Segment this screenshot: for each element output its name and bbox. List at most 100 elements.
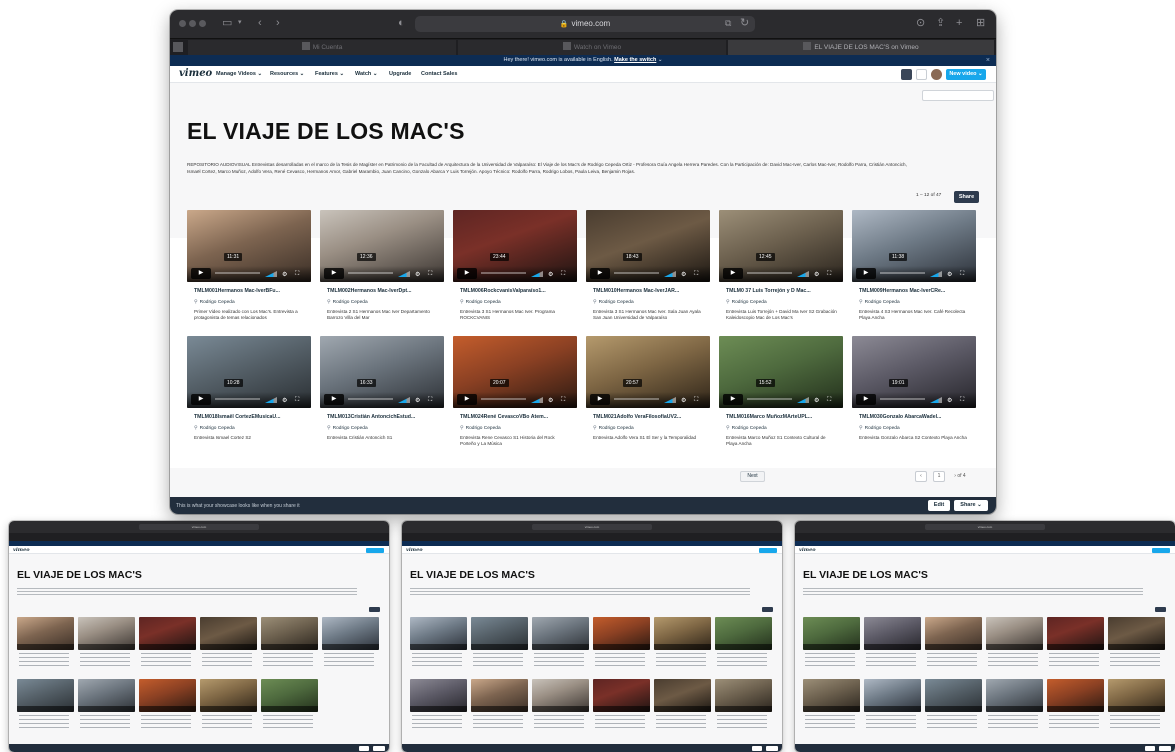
new-video-button[interactable]: New video ⌄ bbox=[946, 69, 986, 80]
progress-bar[interactable] bbox=[481, 398, 526, 400]
edit-button[interactable]: Edit bbox=[928, 500, 950, 511]
video-owner[interactable]: ⚲ Rodrigo Cepeda bbox=[593, 299, 634, 305]
share-icon[interactable]: ⇪ bbox=[936, 16, 945, 30]
video-title[interactable]: TMLM0 37 Luis Torrejón y D Mac... bbox=[726, 288, 840, 294]
video-thumbnail[interactable]: 12:36 ▶ ⚙ ⛶ bbox=[320, 210, 444, 282]
play-icon[interactable]: ▶ bbox=[457, 268, 477, 279]
video-title[interactable]: TMLM009Hermanos Mac-IverCRe... bbox=[859, 288, 973, 294]
progress-bar[interactable] bbox=[348, 272, 393, 274]
video-owner[interactable]: ⚲ Rodrigo Cepeda bbox=[593, 425, 634, 431]
fullscreen-icon[interactable]: ⛶ bbox=[561, 397, 565, 404]
avatar[interactable] bbox=[931, 69, 942, 80]
zoom-window-button[interactable] bbox=[199, 20, 206, 27]
gear-icon[interactable]: ⚙ bbox=[548, 397, 553, 404]
video-title[interactable]: TMLM006RockcvanisValparaíso1... bbox=[460, 288, 574, 294]
video-thumbnail[interactable]: 16:33 ▶ ⚙ ⛶ bbox=[320, 336, 444, 408]
video-thumbnail[interactable]: 20:57 ▶ ⚙ ⛶ bbox=[586, 336, 710, 408]
tab-watch-on-vimeo[interactable]: Watch on Vimeo bbox=[458, 40, 726, 55]
video-card[interactable]: 16:33 ▶ ⚙ ⛶ TMLM013Cristián AntoncichEstud..… bbox=[320, 336, 444, 450]
video-title[interactable]: TMLM001Hermanos Mac-IverBFu... bbox=[194, 288, 308, 294]
fullscreen-icon[interactable]: ⛶ bbox=[694, 271, 698, 278]
video-owner[interactable]: ⚲ Rodrigo Cepeda bbox=[726, 299, 767, 305]
video-thumbnail[interactable]: 19:01 ▶ ⚙ ⛶ bbox=[852, 336, 976, 408]
back-icon[interactable]: ‹ bbox=[258, 16, 262, 30]
video-owner[interactable]: ⚲ Rodrigo Cepeda bbox=[327, 299, 368, 305]
video-title[interactable]: TMLM030Gonzalo AbarcaWadel... bbox=[859, 414, 973, 420]
vimeo-logo[interactable]: vimeo bbox=[179, 68, 212, 79]
banner-switch-link[interactable]: Make the switch bbox=[614, 57, 656, 63]
video-owner[interactable]: ⚲ Rodrigo Cepeda bbox=[194, 299, 235, 305]
play-icon[interactable]: ▶ bbox=[856, 268, 876, 279]
close-window-button[interactable] bbox=[179, 20, 186, 27]
nav-features[interactable]: Features ⌄ bbox=[315, 71, 344, 77]
tab-mi-cuenta[interactable]: Mi Cuenta bbox=[188, 40, 456, 55]
play-icon[interactable]: ▶ bbox=[590, 268, 610, 279]
progress-bar[interactable] bbox=[215, 272, 260, 274]
video-thumbnail[interactable]: 20:07 ▶ ⚙ ⛶ bbox=[453, 336, 577, 408]
notifications-icon[interactable] bbox=[916, 69, 927, 80]
gear-icon[interactable]: ⚙ bbox=[282, 397, 287, 404]
progress-bar[interactable] bbox=[747, 272, 792, 274]
tab-overview-icon[interactable]: ⊞ bbox=[976, 16, 985, 30]
gear-icon[interactable]: ⚙ bbox=[814, 397, 819, 404]
fullscreen-icon[interactable]: ⛶ bbox=[827, 271, 831, 278]
video-thumbnail[interactable]: 23:44 ▶ ⚙ ⛶ bbox=[453, 210, 577, 282]
fullscreen-icon[interactable]: ⛶ bbox=[295, 271, 299, 278]
footer-share-button[interactable]: Share ⌄ bbox=[954, 500, 988, 511]
progress-bar[interactable] bbox=[215, 398, 260, 400]
gear-icon[interactable]: ⚙ bbox=[814, 271, 819, 278]
nav-upgrade[interactable]: Upgrade bbox=[389, 71, 411, 77]
fullscreen-icon[interactable]: ⛶ bbox=[428, 397, 432, 404]
reload-icon[interactable]: ↻ bbox=[740, 16, 749, 30]
search-input[interactable] bbox=[922, 90, 994, 101]
video-card[interactable]: 12:45 ▶ ⚙ ⛶ TMLM0 37 Luis Torrejón y D Mac..… bbox=[719, 210, 843, 324]
play-icon[interactable]: ▶ bbox=[723, 394, 743, 405]
vimeo-pinned-tab-icon[interactable] bbox=[173, 42, 183, 52]
gear-icon[interactable]: ⚙ bbox=[548, 271, 553, 278]
progress-bar[interactable] bbox=[614, 272, 659, 274]
downloads-icon[interactable]: ⊙ bbox=[916, 16, 925, 30]
play-icon[interactable]: ▶ bbox=[191, 394, 211, 405]
video-title[interactable]: TMLM016Marco MuñozMArteUPL... bbox=[726, 414, 840, 420]
next-arrow-icon[interactable]: › bbox=[954, 473, 956, 479]
video-title[interactable]: TMLM010Hermanos Mac-IverJAR... bbox=[593, 288, 707, 294]
video-title[interactable]: TMLM024René CevascoVBo Atem... bbox=[460, 414, 574, 420]
gear-icon[interactable]: ⚙ bbox=[947, 397, 952, 404]
forward-icon[interactable]: › bbox=[276, 16, 280, 30]
fullscreen-icon[interactable]: ⛶ bbox=[960, 271, 964, 278]
play-icon[interactable]: ▶ bbox=[324, 394, 344, 405]
privacy-shield-icon[interactable]: ◐ bbox=[398, 16, 405, 30]
video-thumbnail[interactable]: 10:28 ▶ ⚙ ⛶ bbox=[187, 336, 311, 408]
gear-icon[interactable]: ⚙ bbox=[681, 271, 686, 278]
video-card[interactable]: 20:57 ▶ ⚙ ⛶ TMLM021Adolfo VeraFilosofíaUV2..… bbox=[586, 336, 710, 450]
video-card[interactable]: 20:07 ▶ ⚙ ⛶ TMLM024René CevascoVBo Atem... ⚲ R… bbox=[453, 336, 577, 450]
progress-bar[interactable] bbox=[880, 398, 925, 400]
minimize-window-button[interactable] bbox=[189, 20, 196, 27]
fullscreen-icon[interactable]: ⛶ bbox=[827, 397, 831, 404]
progress-bar[interactable] bbox=[348, 398, 393, 400]
video-card[interactable]: 10:28 ▶ ⚙ ⛶ TMLM018Ismaël CortezEMusicaU... ⚲… bbox=[187, 336, 311, 450]
fullscreen-icon[interactable]: ⛶ bbox=[295, 397, 299, 404]
video-card[interactable]: 15:52 ▶ ⚙ ⛶ TMLM016Marco MuñozMArteUPL... ⚲ Ro… bbox=[719, 336, 843, 450]
address-bar[interactable]: 🔒 vimeo.com bbox=[415, 16, 755, 32]
video-card[interactable]: 23:44 ▶ ⚙ ⛶ TMLM006RockcvanisValparaíso1... ⚲… bbox=[453, 210, 577, 324]
video-thumbnail[interactable]: 15:52 ▶ ⚙ ⛶ bbox=[719, 336, 843, 408]
play-icon[interactable]: ▶ bbox=[191, 268, 211, 279]
translate-icon[interactable]: ⧉ bbox=[725, 16, 731, 30]
next-page-button[interactable]: Next bbox=[740, 471, 765, 482]
video-card[interactable]: 11:31 ▶ ⚙ ⛶ TMLM001Hermanos Mac-IverBFu... ⚲ R… bbox=[187, 210, 311, 324]
play-icon[interactable]: ▶ bbox=[723, 268, 743, 279]
fullscreen-icon[interactable]: ⛶ bbox=[561, 271, 565, 278]
close-icon[interactable]: × bbox=[986, 55, 990, 66]
chevron-down-icon[interactable]: ▾ bbox=[238, 16, 242, 30]
play-icon[interactable]: ▶ bbox=[324, 268, 344, 279]
page-number-input[interactable]: 1 bbox=[933, 471, 945, 482]
video-title[interactable]: TMLM002Hermanos Mac-IverDpt... bbox=[327, 288, 441, 294]
video-card[interactable]: 19:01 ▶ ⚙ ⛶ TMLM030Gonzalo AbarcaWadel... ⚲ Ro… bbox=[852, 336, 976, 450]
progress-bar[interactable] bbox=[747, 398, 792, 400]
video-card[interactable]: 18:43 ▶ ⚙ ⛶ TMLM010Hermanos Mac-IverJAR... ⚲ R… bbox=[586, 210, 710, 324]
fullscreen-icon[interactable]: ⛶ bbox=[428, 271, 432, 278]
video-owner[interactable]: ⚲ Rodrigo Cepeda bbox=[194, 425, 235, 431]
video-title[interactable]: TMLM018Ismaël CortezEMusicaU... bbox=[194, 414, 308, 420]
gear-icon[interactable]: ⚙ bbox=[282, 271, 287, 278]
